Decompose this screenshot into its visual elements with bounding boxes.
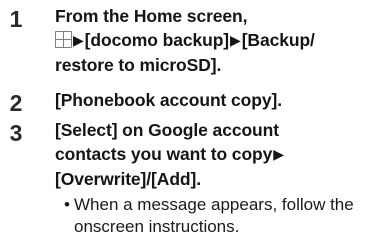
step-number: 1 <box>9 6 23 32</box>
step-line: [Overwrite]/[Add]. <box>55 169 201 189</box>
arrow-icon: ▶ <box>73 32 84 48</box>
note-line: onscreen instructions. <box>74 217 240 236</box>
step-line: contacts you want to copy <box>55 144 273 164</box>
arrow-icon: ▶ <box>230 32 241 48</box>
menu-item-docomo-backup: [docomo backup] <box>84 30 230 50</box>
step-line: [Phonebook account copy]. <box>55 90 282 110</box>
apps-grid-icon <box>55 31 72 48</box>
menu-item-backup-restore: [Backup/ <box>241 30 315 50</box>
step-text: [Select] on Google account contacts you … <box>55 118 366 191</box>
bullet: • <box>64 195 70 214</box>
step-note: • When a message appears, follow the onsc… <box>64 194 366 238</box>
step-number: 2 <box>9 90 23 116</box>
step-line: restore to microSD]. <box>55 55 222 75</box>
step-line: [Select] on Google account <box>55 120 279 140</box>
step-number: 3 <box>9 120 23 146</box>
arrow-icon: ▶ <box>273 146 284 162</box>
step-text: [Phonebook account copy]. <box>55 88 366 112</box>
step-text: From the Home screen, ▶[docomo backup]▶[… <box>55 4 366 77</box>
step-line: From the Home screen, <box>55 6 248 26</box>
note-line: When a message appears, follow the <box>74 195 354 214</box>
